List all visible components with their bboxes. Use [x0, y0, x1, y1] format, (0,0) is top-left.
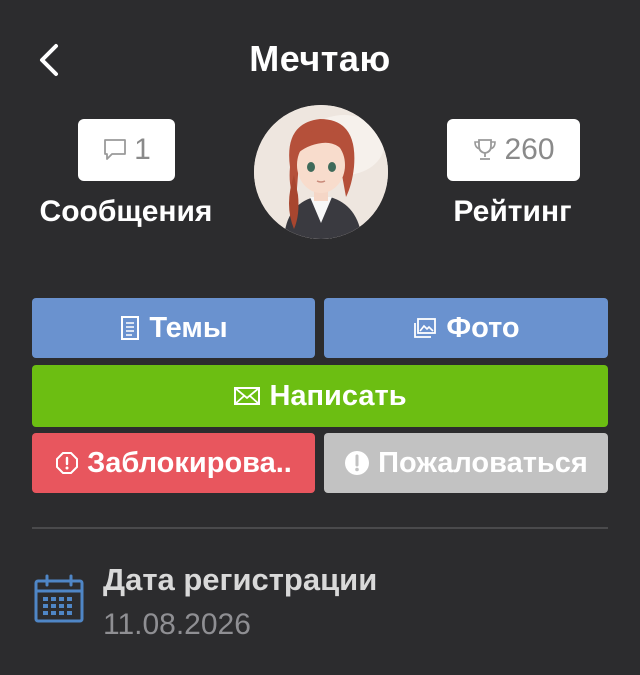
- registration-date-label: Дата регистрации: [103, 562, 378, 597]
- photos-button[interactable]: Фото: [324, 298, 608, 358]
- report-user-button[interactable]: Пожаловаться: [324, 433, 608, 493]
- topics-button[interactable]: Темы: [32, 298, 315, 358]
- block-label: Заблокирова..: [87, 446, 292, 479]
- registration-date-value: 11.08.2026: [103, 608, 251, 641]
- block-icon: [56, 452, 79, 474]
- document-icon: [121, 316, 140, 340]
- report-label: Пожаловаться: [378, 446, 588, 479]
- trophy-icon: [474, 139, 497, 160]
- envelope-icon: [234, 387, 261, 405]
- rating-count-box[interactable]: 260: [447, 119, 580, 181]
- speech-bubble-icon: [104, 139, 127, 160]
- write-message-button[interactable]: Написать: [32, 365, 608, 427]
- rating-count: 260: [504, 133, 555, 166]
- write-label: Написать: [269, 379, 407, 412]
- divider: [32, 527, 608, 529]
- photos-label: Фото: [446, 311, 520, 344]
- exclamation-icon: [345, 451, 370, 475]
- rating-label[interactable]: Рейтинг: [420, 195, 605, 229]
- header: Мечтаю: [0, 0, 640, 120]
- messages-count-box[interactable]: 1: [78, 119, 175, 181]
- user-avatar[interactable]: [254, 105, 388, 239]
- image-icon: [414, 318, 437, 338]
- calendar-icon: [34, 574, 84, 623]
- avatar-illustration: [254, 105, 388, 239]
- page-title: Мечтаю: [249, 38, 391, 79]
- messages-count: 1: [134, 133, 151, 166]
- block-user-button[interactable]: Заблокирова..: [32, 433, 315, 493]
- messages-label[interactable]: Сообщения: [20, 195, 232, 229]
- topics-label: Темы: [149, 311, 228, 344]
